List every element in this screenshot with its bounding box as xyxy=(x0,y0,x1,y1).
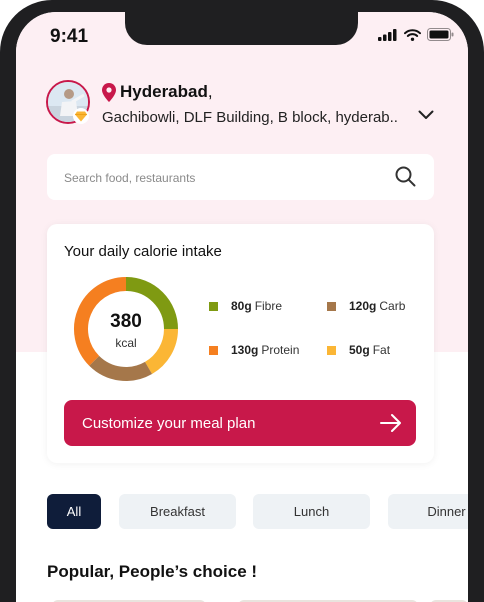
legend-protein: 130g Protein xyxy=(209,343,299,357)
app-screen: 9:41 Hyderabad, Gachibowli, DLF Building… xyxy=(16,12,468,602)
kcal-value: 380 xyxy=(110,311,142,332)
tab-all[interactable]: All xyxy=(47,494,101,529)
city-comma: , xyxy=(207,82,213,101)
tab-lunch-label: Lunch xyxy=(293,504,330,519)
search-icon[interactable] xyxy=(395,166,416,187)
status-time: 9:41 xyxy=(50,26,89,47)
carb-value: 120g xyxy=(349,299,377,313)
tab-breakfast-label: Breakfast xyxy=(150,504,205,519)
search-input[interactable]: Search food, restaurants xyxy=(64,171,195,185)
device-notch xyxy=(125,12,358,45)
chevron-down-icon[interactable] xyxy=(418,110,434,120)
carb-swatch xyxy=(327,301,336,311)
protein-value: 130g xyxy=(231,343,259,357)
popular-section-title: Popular, People’s choice ! xyxy=(47,562,258,581)
status-icons xyxy=(378,28,454,41)
donut-segment-carb xyxy=(89,355,152,381)
location-pin-icon xyxy=(102,83,116,102)
city-name: Hyderabad xyxy=(120,82,208,101)
kcal-unit: kcal xyxy=(115,336,137,350)
location-city[interactable]: Hyderabad, xyxy=(120,82,213,102)
legend-carb: 120g Carb xyxy=(327,299,405,313)
calorie-card: Your daily calorie intake 380 kcal 80g F… xyxy=(47,224,434,463)
tab-dinner[interactable]: Dinner xyxy=(388,494,468,529)
tab-lunch[interactable]: Lunch xyxy=(253,494,370,529)
customize-meal-plan-label: Customize your meal plan xyxy=(82,415,256,432)
wifi-icon xyxy=(404,28,421,41)
arrow-right-icon xyxy=(380,414,401,432)
tab-all-label: All xyxy=(66,504,82,519)
protein-swatch xyxy=(209,345,218,355)
location-address[interactable]: Gachibowli, DLF Building, B block, hyder… xyxy=(102,109,398,126)
fat-swatch xyxy=(327,345,336,355)
legend-fibre: 80g Fibre xyxy=(209,299,282,313)
phone-frame: 9:41 Hyderabad, Gachibowli, DLF Building… xyxy=(0,0,484,602)
battery-icon xyxy=(427,28,454,41)
protein-label: Protein xyxy=(261,343,300,357)
carb-label: Carb xyxy=(379,299,406,313)
tab-breakfast[interactable]: Breakfast xyxy=(119,494,236,529)
search-bar[interactable]: Search food, restaurants xyxy=(47,154,434,200)
cellular-signal-icon xyxy=(378,28,397,41)
fat-value: 50g xyxy=(349,343,370,357)
fibre-label: Fibre xyxy=(254,299,283,313)
customize-meal-plan-button[interactable]: Customize your meal plan xyxy=(64,400,416,446)
tab-dinner-label: Dinner xyxy=(427,504,466,519)
fibre-swatch xyxy=(209,301,218,311)
calorie-card-title: Your daily calorie intake xyxy=(64,243,222,260)
fibre-value: 80g xyxy=(231,299,252,313)
legend-fat: 50g Fat xyxy=(327,343,390,357)
fat-label: Fat xyxy=(372,343,391,357)
premium-badge-icon xyxy=(73,108,89,124)
